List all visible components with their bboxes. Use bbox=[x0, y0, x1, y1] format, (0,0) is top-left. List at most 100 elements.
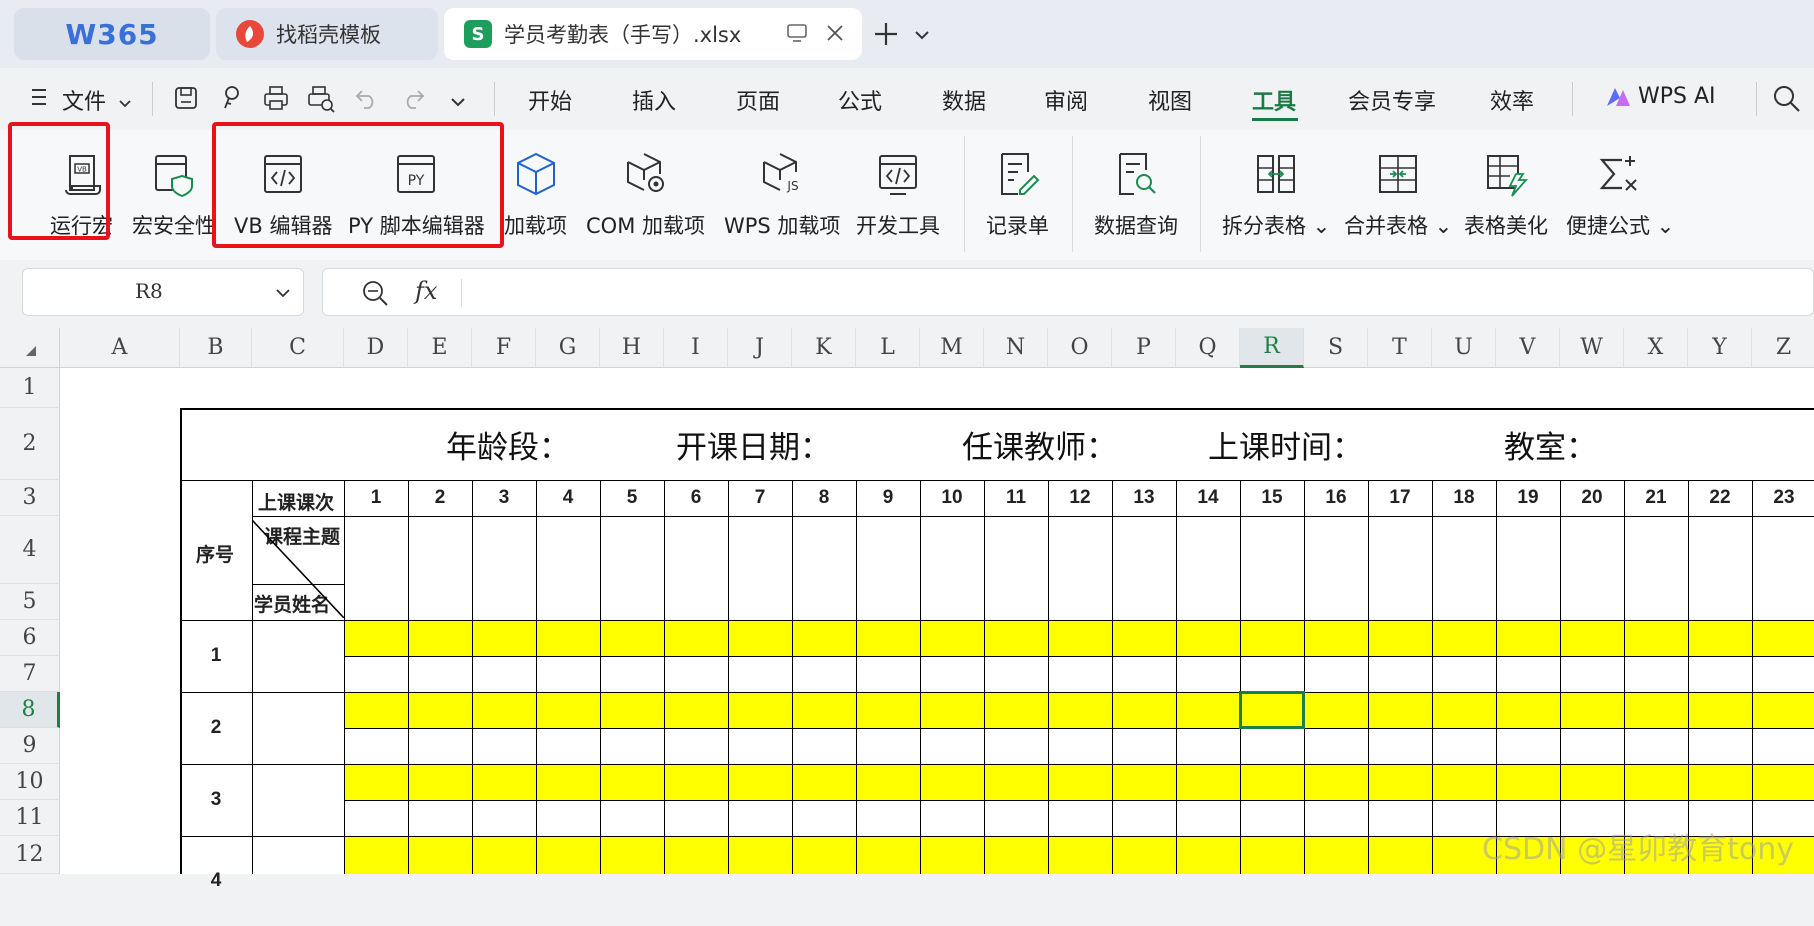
tab-home[interactable]: W365 bbox=[14, 8, 210, 60]
dev-tools-button[interactable]: 开发工具 bbox=[856, 150, 940, 240]
column-header-Y[interactable]: Y bbox=[1688, 328, 1752, 368]
column-header-Q[interactable]: Q bbox=[1176, 328, 1240, 368]
menu-page[interactable]: 页面 bbox=[736, 84, 780, 116]
row-header-2[interactable]: 2 bbox=[0, 408, 60, 480]
hamburger-icon[interactable] bbox=[30, 86, 48, 112]
column-header-U[interactable]: U bbox=[1432, 328, 1496, 368]
file-chevron-icon[interactable] bbox=[118, 94, 132, 113]
undo-icon[interactable] bbox=[354, 86, 380, 114]
row-header-9[interactable]: 9 bbox=[0, 728, 60, 764]
column-header-C[interactable]: C bbox=[252, 328, 344, 368]
redo-icon[interactable] bbox=[400, 86, 426, 114]
column-header-I[interactable]: I bbox=[664, 328, 728, 368]
column-header-P[interactable]: P bbox=[1112, 328, 1176, 368]
split-table-icon bbox=[1257, 155, 1296, 193]
save-icon[interactable] bbox=[172, 84, 200, 116]
row-header-3[interactable]: 3 bbox=[0, 480, 60, 516]
column-header-G[interactable]: G bbox=[536, 328, 600, 368]
lesson-number-cell: 7 bbox=[754, 487, 766, 508]
menu-insert[interactable]: 插入 bbox=[632, 84, 676, 116]
menu-tools-active[interactable]: 工具 bbox=[1252, 84, 1296, 116]
column-header-J[interactable]: J bbox=[728, 328, 792, 368]
col-line-D bbox=[344, 480, 345, 874]
name-box[interactable]: R8 bbox=[22, 268, 304, 316]
key-icon[interactable] bbox=[218, 84, 246, 116]
column-header-N[interactable]: N bbox=[984, 328, 1048, 368]
com-addins-button[interactable]: COM 加载项 bbox=[586, 150, 705, 240]
row-header-6[interactable]: 6 bbox=[0, 620, 60, 656]
column-header-R[interactable]: R bbox=[1240, 328, 1304, 368]
spreadsheet-grid[interactable]: ABCDEFGHIJKLMNOPQRSTUVWXYZ 1 2 3 4 5 6 7 8 9 10 11… bbox=[0, 328, 1814, 891]
wps-ai-button[interactable]: WPS AI bbox=[1638, 84, 1716, 109]
formula-input-box[interactable]: fx bbox=[322, 268, 1814, 316]
menu-view[interactable]: 视图 bbox=[1148, 84, 1192, 116]
lesson-number-cell: 13 bbox=[1133, 487, 1155, 508]
select-all-corner[interactable] bbox=[0, 328, 60, 368]
column-header-T[interactable]: T bbox=[1368, 328, 1432, 368]
menu-formula[interactable]: 公式 bbox=[838, 84, 882, 116]
column-header-S[interactable]: S bbox=[1304, 328, 1368, 368]
file-menu[interactable]: 文件 bbox=[62, 84, 106, 116]
row-header-12[interactable]: 12 bbox=[0, 836, 60, 874]
active-tab-underline bbox=[1252, 118, 1298, 121]
menu-data[interactable]: 数据 bbox=[942, 84, 986, 116]
column-header-X[interactable]: X bbox=[1624, 328, 1688, 368]
new-tab-icon[interactable] bbox=[872, 20, 900, 52]
wps-addins-button[interactable]: JS WPS 加载项 bbox=[724, 150, 840, 240]
quick-access-chevron-icon[interactable] bbox=[450, 94, 466, 113]
tab-template[interactable]: 找稻壳模板 bbox=[216, 8, 438, 60]
column-header-H[interactable]: H bbox=[600, 328, 664, 368]
column-header-M[interactable]: M bbox=[920, 328, 984, 368]
fx-icon[interactable]: fx bbox=[415, 277, 437, 305]
row-header-10[interactable]: 10 bbox=[0, 764, 60, 800]
print-preview-icon[interactable] bbox=[306, 84, 336, 118]
merge-table-button[interactable]: 合并表格 ⌄ bbox=[1344, 150, 1452, 240]
col-line-O bbox=[1048, 480, 1049, 874]
menu-review[interactable]: 审阅 bbox=[1044, 84, 1088, 116]
column-header-Z[interactable]: Z bbox=[1752, 328, 1814, 368]
lesson-number-cell: 21 bbox=[1645, 487, 1667, 508]
column-header-D[interactable]: D bbox=[344, 328, 408, 368]
data-query-button[interactable]: 数据查询 bbox=[1094, 150, 1178, 240]
menu-member[interactable]: 会员专享 bbox=[1348, 84, 1436, 116]
name-box-chevron-icon[interactable] bbox=[275, 285, 291, 304]
row-header-7[interactable]: 7 bbox=[0, 656, 60, 692]
col-line-P bbox=[1112, 480, 1113, 874]
row-header-5[interactable]: 5 bbox=[0, 584, 60, 620]
close-tab-icon[interactable] bbox=[824, 22, 846, 49]
tab-current-file[interactable]: S 学员考勤表（手写）.xlsx bbox=[444, 8, 862, 60]
active-cell-R8[interactable] bbox=[1239, 691, 1305, 729]
column-header-L[interactable]: L bbox=[856, 328, 920, 368]
split-table-button[interactable]: 拆分表格 ⌄ bbox=[1222, 150, 1330, 240]
search-icon[interactable] bbox=[1772, 84, 1802, 118]
column-header-B[interactable]: B bbox=[180, 328, 252, 368]
row-header-1[interactable]: 1 bbox=[0, 368, 60, 408]
menu-start[interactable]: 开始 bbox=[528, 84, 572, 116]
column-header-A[interactable]: A bbox=[60, 328, 180, 368]
tab-list-chevron-icon[interactable] bbox=[914, 26, 930, 45]
addins-button[interactable]: 加载项 bbox=[504, 150, 567, 240]
column-header-O[interactable]: O bbox=[1048, 328, 1112, 368]
column-header-F[interactable]: F bbox=[472, 328, 536, 368]
column-header-V[interactable]: V bbox=[1496, 328, 1560, 368]
beautify-table-button[interactable]: 表格美化 bbox=[1464, 150, 1548, 240]
menu-efficiency[interactable]: 效率 bbox=[1490, 84, 1534, 116]
record-sheet-button[interactable]: 记录单 bbox=[986, 150, 1049, 240]
monitor-icon[interactable] bbox=[786, 22, 808, 49]
row-header-8[interactable]: 8 bbox=[0, 692, 60, 728]
ribbon-divider bbox=[964, 136, 965, 252]
macro-security-icon bbox=[155, 155, 193, 198]
column-header-E[interactable]: E bbox=[408, 328, 472, 368]
print-icon[interactable] bbox=[262, 84, 290, 116]
column-header-W[interactable]: W bbox=[1560, 328, 1624, 368]
quick-formula-button[interactable]: 便捷公式 ⌄ bbox=[1566, 150, 1674, 240]
wps-ai-logo-icon[interactable] bbox=[1604, 84, 1632, 114]
student-index-cell: 4 bbox=[210, 870, 222, 891]
menu-divider bbox=[494, 82, 495, 116]
title-classroom: 教室： bbox=[1504, 430, 1597, 466]
row-header-4[interactable]: 4 bbox=[0, 516, 60, 584]
zoom-magnifier-icon[interactable] bbox=[361, 279, 389, 311]
row-header-11[interactable]: 11 bbox=[0, 800, 60, 836]
column-header-K[interactable]: K bbox=[792, 328, 856, 368]
macro-security-button[interactable]: 宏安全性 bbox=[132, 150, 216, 240]
